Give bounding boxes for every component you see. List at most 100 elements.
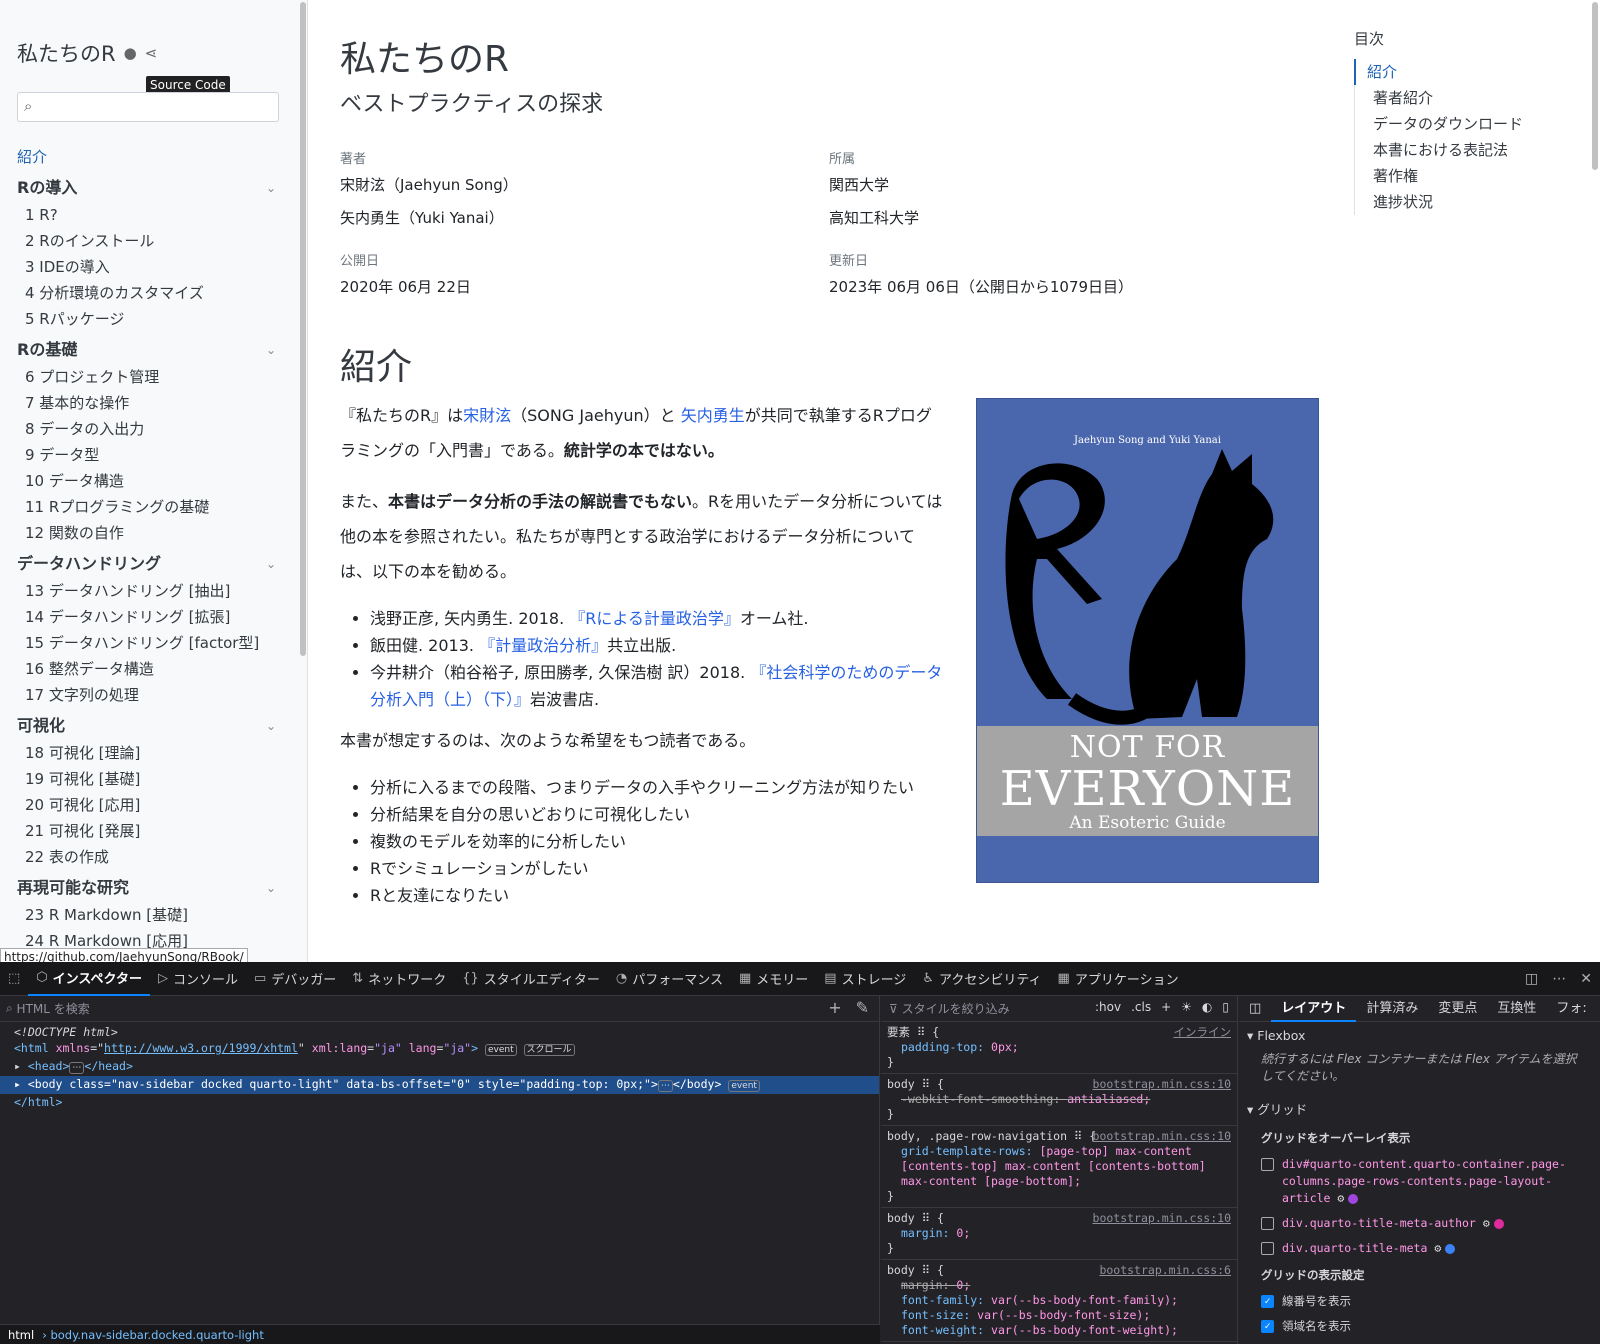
toc-item-intro[interactable]: 紹介 (1354, 59, 1574, 85)
toc-item-copyright[interactable]: 著作権 (1355, 163, 1574, 189)
checkbox[interactable] (1261, 1158, 1274, 1171)
sidebar-section-header[interactable]: Rの導入 ⌄ (17, 174, 282, 202)
css-declaration[interactable]: font-weight: var(--bs-body-font-weight); (887, 1323, 1231, 1338)
toc-item-download[interactable]: データのダウンロード (1355, 111, 1574, 137)
flexbox-section-toggle[interactable]: ▾ Flexbox (1239, 1022, 1600, 1049)
tab-debugger[interactable]: ▭ デバッガー (246, 962, 344, 996)
tab-performance[interactable]: ◔ パフォーマンス (608, 962, 731, 996)
tab-computed[interactable]: 計算済み (1356, 996, 1428, 1022)
tab-accessibility[interactable]: ♿ アクセシビリティ (914, 962, 1049, 996)
sidebar-item[interactable]: 3 IDEの導入 (17, 254, 282, 280)
sidebar-item-intro[interactable]: 紹介 (17, 144, 282, 170)
color-swatch[interactable] (1348, 1193, 1359, 1204)
ellipsis-badge[interactable]: ⋯ (69, 1062, 85, 1074)
css-declaration[interactable]: font-family: var(--bs-body-font-family); (887, 1293, 1231, 1308)
rule-source-link[interactable]: bootstrap.min.css:6 (1099, 1263, 1231, 1278)
sidebar-item[interactable]: 2 Rのインストール (17, 228, 282, 254)
grid-overlay-item[interactable]: div.quarto-title-meta-author ⚙ (1239, 1211, 1600, 1236)
rule-source-link[interactable]: bootstrap.min.css:10 (1093, 1211, 1231, 1226)
add-rule-icon[interactable]: + (1161, 1000, 1171, 1014)
tab-inspector[interactable]: ⬡ インスペクター (28, 962, 150, 996)
sidebar-item[interactable]: 12 関数の自作 (17, 520, 282, 546)
tab-layout[interactable]: レイアウト (1271, 996, 1357, 1022)
chevron-down-icon[interactable]: ⌄ (266, 174, 282, 202)
element-picker-icon[interactable]: ⬚ (0, 962, 28, 996)
sidebar-item[interactable]: 7 基本的な操作 (17, 390, 282, 416)
ref-link[interactable]: 『Rによる計量政治学』 (569, 609, 740, 628)
toc-item-notation[interactable]: 本書における表記法 (1355, 137, 1574, 163)
sidebar-item[interactable]: 1 R? (17, 202, 282, 228)
html-search-input[interactable]: ⌕ HTML を検索 + ✎ (0, 996, 879, 1022)
toc-item-authors[interactable]: 著者紹介 (1355, 85, 1574, 111)
event-badge[interactable]: event (728, 1080, 760, 1092)
grid-setting-area-names[interactable]: ✓ 領域名を表示 (1239, 1314, 1600, 1339)
grid-section-toggle[interactable]: ▾ グリッド (1239, 1093, 1600, 1124)
sidebar-item[interactable]: 15 データハンドリング [factor型] (17, 630, 282, 656)
grid-setting-line-numbers[interactable]: ✓ 線番号を表示 (1239, 1289, 1600, 1314)
css-rule[interactable]: body ⠿ {bootstrap.min.css:6 margin: 0; fon… (881, 1260, 1237, 1342)
checkbox[interactable] (1261, 1242, 1274, 1255)
sidebar-section-header[interactable]: 再現可能な研究 ⌄ (17, 874, 282, 902)
dark-mode-icon[interactable]: ◐ (1202, 1000, 1212, 1014)
sidebar-item[interactable]: 17 文字列の処理 (17, 682, 282, 708)
breadcrumb-html[interactable]: html (8, 1328, 34, 1342)
rule-source-link[interactable]: bootstrap.min.css:10 (1093, 1077, 1231, 1092)
ref-link[interactable]: 『計量政治分析』 (479, 636, 607, 655)
close-icon[interactable]: ✕ (1580, 971, 1592, 987)
tab-storage[interactable]: ▤ ストレージ (816, 962, 914, 996)
chevron-down-icon[interactable]: ⌄ (266, 712, 282, 740)
gear-icon[interactable]: ⚙ (1337, 1191, 1344, 1205)
sidebar-item[interactable]: 23 R Markdown [基礎] (17, 902, 282, 928)
sidebar-item[interactable]: 5 Rパッケージ (17, 306, 282, 332)
site-title[interactable]: 私たちのR ● ⋖ (17, 38, 157, 68)
doctype-line[interactable]: <!DOCTYPE html> (0, 1024, 879, 1040)
css-rule[interactable]: 要素 ⠿ {インライン padding-top: 0px;} (881, 1022, 1237, 1074)
sidebar-item[interactable]: 6 プロジェクト管理 (17, 364, 282, 390)
head-line[interactable]: ▸ <head> ⋯ </head> (0, 1058, 879, 1076)
sidebar-item[interactable]: 10 データ構造 (17, 468, 282, 494)
color-swatch[interactable] (1445, 1243, 1456, 1254)
sidebar-item[interactable]: 14 データハンドリング [拡張] (17, 604, 282, 630)
sidebar-section-header[interactable]: Rの基礎 ⌄ (17, 336, 282, 364)
sidebar-toggle-icon[interactable]: ◫ (1239, 996, 1271, 1022)
css-declaration[interactable]: grid-template-rows: [page-top] max-conte… (887, 1144, 1231, 1189)
css-declaration[interactable]: font-size: var(--bs-body-font-size); (887, 1308, 1231, 1323)
sidebar-item[interactable]: 13 データハンドリング [抽出] (17, 578, 282, 604)
author-link-yanai[interactable]: 矢内勇生 (681, 406, 745, 425)
page-scrollbar[interactable] (1592, 2, 1598, 170)
event-badge[interactable]: event (484, 1044, 517, 1056)
chevron-down-icon[interactable]: ⌄ (266, 550, 282, 578)
site-title-text[interactable]: 私たちのR (17, 38, 116, 68)
sidebar-section-header[interactable]: データハンドリング ⌄ (17, 550, 282, 578)
light-mode-icon[interactable]: ☀ (1181, 1000, 1192, 1014)
css-declaration[interactable]: padding-top: 0px; (887, 1040, 1231, 1055)
sidebar-item[interactable]: 21 可視化 [発展] (17, 818, 282, 844)
sidebar-item[interactable]: 20 可視化 [応用] (17, 792, 282, 818)
sidebar-item[interactable]: 4 分析環境のカスタマイズ (17, 280, 282, 306)
sidebar-item[interactable]: 11 Rプログラミングの基礎 (17, 494, 282, 520)
gear-icon[interactable]: ⚙ (1483, 1216, 1490, 1230)
rule-source-link[interactable]: bootstrap.min.css:10 (1093, 1129, 1231, 1144)
tab-changes[interactable]: 変更点 (1428, 996, 1487, 1022)
chevron-down-icon[interactable]: ⌄ (266, 874, 282, 902)
sidebar-item[interactable]: 8 データの入出力 (17, 416, 282, 442)
color-swatch[interactable] (1493, 1218, 1504, 1229)
gear-icon[interactable]: ⚙ (1434, 1241, 1441, 1255)
sidebar-item[interactable]: 9 データ型 (17, 442, 282, 468)
tab-fonts[interactable]: フォ: (1546, 996, 1596, 1022)
grid-overlay-item[interactable]: div#quarto-content.quarto-container.page… (1239, 1152, 1600, 1211)
checkbox-checked[interactable]: ✓ (1261, 1295, 1274, 1308)
css-declaration[interactable]: margin: 0; (887, 1278, 1231, 1293)
cls-button[interactable]: .cls (1131, 1000, 1151, 1014)
print-icon[interactable]: ▯ (1222, 1000, 1229, 1014)
css-rule[interactable]: body ⠿ {bootstrap.min.css:10 margin: 0;} (881, 1208, 1237, 1260)
tab-application[interactable]: ▦ アプリケーション (1050, 962, 1187, 996)
sidebar-scrollbar[interactable] (300, 2, 306, 656)
sidebar-search-input[interactable]: ⌕ (17, 92, 279, 122)
sidebar-item[interactable]: 19 可視化 [基礎] (17, 766, 282, 792)
author-link-song[interactable]: 宋財泫 (463, 406, 511, 425)
add-node-icon[interactable]: + (828, 998, 841, 1017)
eyedropper-icon[interactable]: ✎ (856, 998, 869, 1017)
css-rule[interactable]: body, .page-row-navigation ⠿ {bootstrap.… (881, 1126, 1237, 1208)
tab-console[interactable]: ▷ コンソール (150, 962, 246, 996)
